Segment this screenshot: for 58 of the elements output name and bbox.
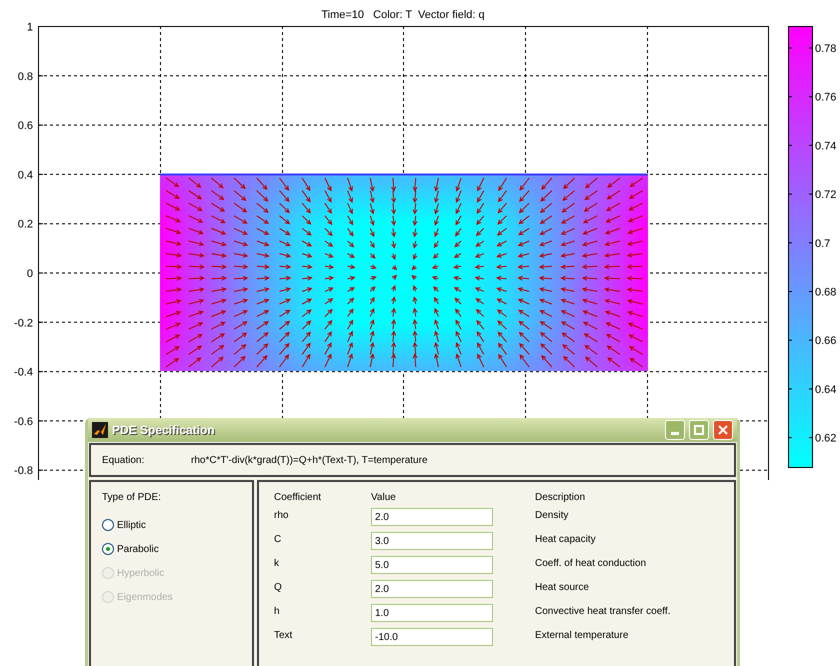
close-icon — [718, 425, 728, 435]
value-field[interactable]: 2.0 — [371, 580, 493, 598]
coefficient-name: Q — [274, 581, 283, 595]
colorbar-tick-label: 0.78 — [815, 43, 836, 55]
dialog-title: PDE Specification — [112, 422, 216, 439]
coefficient-name: k — [274, 557, 280, 571]
plot-title: Time=10 Color: T Vector field: q — [321, 9, 485, 21]
y-tick-label: 0 — [26, 268, 33, 280]
colorbar-tick-label: 0.66 — [815, 335, 836, 348]
value-field[interactable]: 5.0 — [371, 556, 493, 574]
colorbar-tick-label: 0.76 — [815, 92, 836, 104]
coefficient-name: h — [274, 605, 281, 619]
y-tick-label: -0.4 — [14, 366, 33, 379]
colorbar-tick-label: 0.62 — [815, 432, 836, 445]
value-field[interactable]: 1.0 — [371, 604, 493, 622]
radio-label: Elliptic — [117, 518, 146, 532]
y-tick-label: 0.2 — [18, 218, 33, 231]
coefficient-name: C — [274, 533, 282, 547]
column-header: Value — [371, 491, 397, 504]
radio-label: Eigenmodes — [117, 590, 173, 604]
close-button[interactable] — [713, 420, 733, 440]
coefficient-name: rho — [274, 509, 290, 523]
value-field[interactable]: 3.0 — [371, 532, 493, 550]
colorbar-tick-label: 0.7 — [815, 238, 830, 250]
coefficient-description: Convective heat transfer coeff. — [535, 605, 670, 619]
coefficient-description: Density — [535, 509, 568, 523]
pde-type-label: Type of PDE: — [102, 491, 162, 504]
y-tick-label: -0.8 — [14, 465, 33, 478]
y-tick-label: -0.2 — [14, 317, 33, 330]
maximize-button[interactable] — [689, 420, 709, 440]
colorbar-tick-label: 0.72 — [815, 189, 836, 202]
column-header: Description — [535, 491, 586, 504]
colorbar-tick-label: 0.74 — [815, 140, 836, 152]
minimize-button[interactable] — [665, 420, 685, 440]
y-tick-label: 0.4 — [18, 169, 33, 182]
y-tick-label: 1 — [26, 22, 33, 34]
app-icon — [92, 422, 108, 438]
coefficient-description: Heat source — [535, 581, 589, 595]
y-tick-label: 0.8 — [18, 70, 33, 83]
minimize-icon — [671, 432, 679, 435]
equation-label: Equation: — [102, 454, 146, 468]
coefficient-name: Text — [274, 629, 294, 643]
radio-label: Parabolic — [117, 542, 159, 556]
y-tick-label: -0.6 — [14, 416, 33, 428]
coefficient-description: Heat capacity — [535, 533, 596, 547]
coefficient-description: Coeff. of heat conduction — [535, 557, 646, 571]
value-field[interactable]: 2.0 — [371, 508, 493, 526]
maximize-icon — [694, 425, 704, 435]
radio-button[interactable] — [102, 519, 114, 531]
colorbar-tick-label: 0.64 — [815, 384, 836, 396]
y-tick-label: 0.6 — [18, 120, 33, 132]
colorbar-tick-label: 0.68 — [815, 286, 836, 298]
coefficient-description: External temperature — [535, 629, 628, 643]
value-field[interactable]: -10.0 — [371, 628, 493, 646]
radio-label: Hyperbolic — [117, 566, 164, 580]
column-header: Coefficient — [274, 491, 322, 504]
equation-text: rho*C*T'-div(k*grad(T))=Q+h*(Text-T), T=temperature — [191, 454, 428, 468]
radio-button[interactable] — [102, 543, 114, 555]
